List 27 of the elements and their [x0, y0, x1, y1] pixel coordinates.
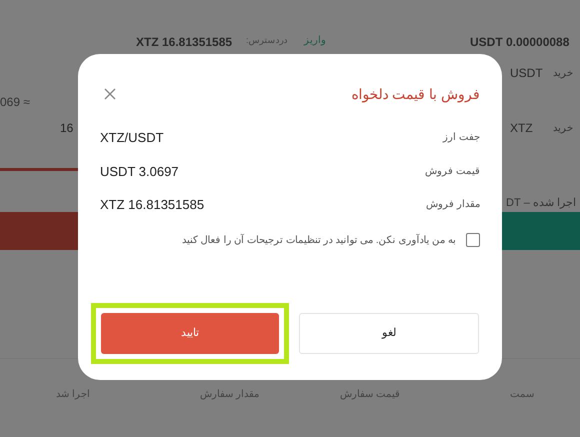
- column-header: سمت: [510, 388, 534, 402]
- column-header: اجرا شد: [56, 388, 90, 402]
- reminder-text: به من یادآوری نکن. می توانید در تنظیمات ترجیحات آن را فعال کنید: [182, 233, 456, 248]
- column-header: مقدار سفارش: [200, 388, 259, 402]
- confirm-button[interactable]: تایید: [101, 313, 279, 354]
- filled-note: اجرا شده – DT: [506, 196, 576, 211]
- cancel-button[interactable]: لغو: [299, 313, 479, 354]
- dialog-title: فروش با قیمت دلخواه: [351, 84, 480, 104]
- available-label: دردسترس:: [246, 34, 288, 48]
- field-label: قیمت فروش: [425, 164, 480, 179]
- field-label: جفت ارز: [443, 131, 480, 146]
- field-value: XTZ 16.81351585: [100, 196, 204, 214]
- deposit-link[interactable]: واریز: [304, 33, 326, 48]
- unit-label: XTZ: [510, 120, 533, 137]
- amount-text: 16: [60, 120, 74, 137]
- balance-value: USDT 0.00000088: [470, 34, 570, 51]
- field-value: XTZ/USDT: [100, 129, 164, 147]
- available-balance: XTZ 16.81351585: [136, 34, 232, 51]
- buy-label: خرید: [553, 67, 573, 81]
- column-header: قیمت سفارش: [340, 388, 400, 402]
- field-value: USDT 3.0697: [100, 162, 179, 180]
- unit-label: USDT: [510, 65, 543, 82]
- close-icon[interactable]: [104, 88, 116, 100]
- field-label: مقدار فروش: [426, 198, 480, 212]
- buy-label: خرید: [553, 122, 573, 136]
- estimate-text: 069 ≈: [0, 94, 30, 111]
- checkbox[interactable]: [466, 233, 480, 247]
